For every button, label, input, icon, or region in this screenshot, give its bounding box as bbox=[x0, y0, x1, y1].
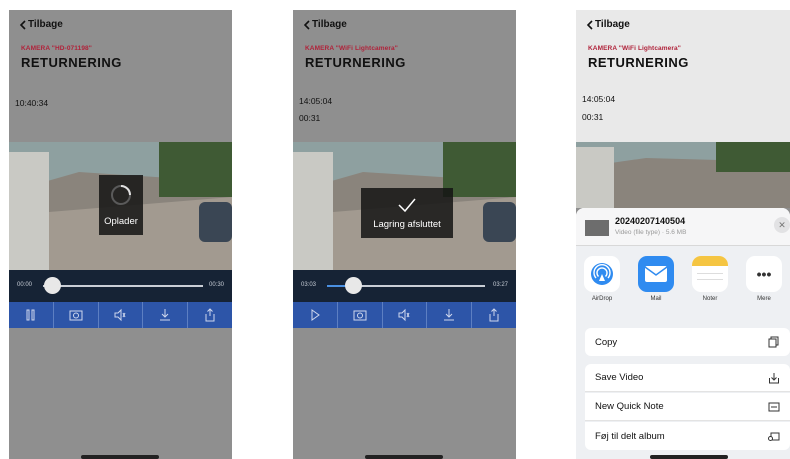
snapshot-button[interactable] bbox=[54, 302, 99, 328]
share-app-label: Noter bbox=[702, 296, 718, 302]
clip-time: 14:05:04 bbox=[582, 94, 616, 104]
action-label: Copy bbox=[595, 336, 618, 348]
scrub-bar[interactable]: 03:03 03:27 bbox=[293, 270, 516, 302]
back-label: Tilbage bbox=[312, 19, 347, 30]
action-label: New Quick Note bbox=[595, 401, 664, 412]
share-app-label: AirDrop bbox=[591, 296, 613, 302]
share-app-airdrop[interactable]: AirDrop bbox=[582, 256, 622, 302]
checkmark-icon bbox=[398, 198, 416, 212]
download-icon bbox=[444, 309, 455, 321]
back-label: Tilbage bbox=[595, 19, 630, 30]
home-indicator bbox=[365, 455, 443, 459]
camera-name: KAMERA "HD-071198" bbox=[21, 45, 92, 52]
home-indicator bbox=[650, 455, 728, 459]
video-frame bbox=[576, 142, 790, 208]
speaker-icon bbox=[398, 308, 410, 322]
mute-button[interactable] bbox=[99, 302, 144, 328]
scrub-handle[interactable] bbox=[44, 277, 61, 294]
clip-time: 10:40:34 bbox=[15, 98, 49, 108]
share-icon bbox=[205, 308, 215, 322]
airdrop-icon bbox=[584, 256, 620, 292]
share-app-label: Mere bbox=[757, 296, 771, 302]
scrub-start-time: 03:03 bbox=[301, 282, 317, 288]
home-indicator bbox=[81, 455, 159, 459]
snapshot-button[interactable] bbox=[338, 302, 383, 328]
copy-icon bbox=[768, 336, 779, 348]
spinner-icon bbox=[111, 184, 131, 205]
action-label: Save Video bbox=[595, 372, 644, 383]
clip-elapsed: 00:31 bbox=[299, 113, 321, 123]
download-button[interactable] bbox=[427, 302, 473, 328]
page-title: RETURNERING bbox=[588, 55, 689, 70]
scrub-end-time: 00:30 bbox=[208, 282, 224, 288]
camera-name: KAMERA "WiFi Lightcamera" bbox=[305, 45, 398, 52]
mail-icon bbox=[638, 256, 674, 292]
share-app-more[interactable]: ••• Mere bbox=[744, 256, 784, 302]
chevron-left-icon bbox=[19, 19, 26, 30]
share-icon bbox=[489, 308, 499, 322]
video-player bbox=[576, 142, 790, 208]
page-title: RETURNERING bbox=[305, 55, 406, 70]
close-button[interactable]: ✕ bbox=[774, 217, 790, 233]
action-shared-album[interactable]: Føj til delt album bbox=[585, 422, 790, 450]
back-button[interactable]: Tilbage bbox=[19, 19, 63, 30]
back-button[interactable]: Tilbage bbox=[303, 19, 347, 30]
back-button[interactable]: Tilbage bbox=[586, 19, 630, 30]
action-new-quick-note[interactable]: New Quick Note bbox=[585, 393, 790, 421]
camera-icon bbox=[353, 310, 367, 321]
action-copy[interactable]: Copy bbox=[585, 328, 790, 356]
chevron-left-icon bbox=[303, 19, 310, 30]
scrub-start-time: 00:00 bbox=[17, 282, 33, 288]
share-header: 20240207140504 Video (file type) · 5.6 M… bbox=[576, 208, 790, 246]
clip-time: 14:05:04 bbox=[299, 96, 333, 106]
download-icon bbox=[160, 309, 171, 321]
share-button[interactable] bbox=[472, 302, 516, 328]
close-icon: ✕ bbox=[778, 219, 786, 230]
scrub-handle[interactable] bbox=[345, 277, 362, 294]
share-app-label: Mail bbox=[650, 296, 662, 302]
scrub-bar[interactable]: 00:00 00:30 bbox=[9, 270, 232, 302]
shared-album-icon bbox=[768, 432, 780, 441]
play-icon bbox=[311, 309, 320, 321]
screen-2-saved: Tilbage KAMERA "WiFi Lightcamera" RETURN… bbox=[293, 10, 516, 459]
play-button[interactable] bbox=[293, 302, 338, 328]
scrub-track[interactable] bbox=[43, 285, 203, 287]
player-controls bbox=[9, 302, 232, 328]
speaker-icon bbox=[114, 308, 126, 322]
share-sheet: 20240207140504 Video (file type) · 5.6 M… bbox=[576, 208, 790, 459]
camera-name: KAMERA "WiFi Lightcamera" bbox=[588, 45, 681, 52]
loading-label: Oplader bbox=[104, 215, 138, 227]
file-thumbnail bbox=[585, 220, 609, 236]
save-icon bbox=[769, 372, 779, 383]
share-app-mail[interactable]: Mail bbox=[636, 256, 676, 302]
file-name: 20240207140504 bbox=[615, 216, 686, 226]
camera-icon bbox=[69, 310, 83, 321]
saved-overlay: Lagring afsluttet bbox=[361, 188, 453, 238]
loading-overlay: Oplader bbox=[99, 175, 143, 235]
clip-elapsed: 00:31 bbox=[582, 112, 604, 122]
more-icon: ••• bbox=[746, 256, 782, 292]
quick-note-icon bbox=[768, 402, 780, 411]
screen-3-share-sheet: Tilbage KAMERA "WiFi Lightcamera" RETURN… bbox=[576, 10, 790, 459]
back-label: Tilbage bbox=[28, 19, 63, 30]
share-app-notes[interactable]: Noter bbox=[690, 256, 730, 302]
saved-label: Lagring afsluttet bbox=[373, 218, 441, 230]
scrub-end-time: 03:27 bbox=[492, 282, 508, 288]
pause-icon bbox=[26, 309, 35, 321]
chevron-left-icon bbox=[586, 19, 593, 30]
action-save-video[interactable]: Save Video bbox=[585, 364, 790, 392]
share-app-row: AirDrop Mail Noter ••• Mere bbox=[576, 256, 790, 302]
mute-button[interactable] bbox=[383, 302, 428, 328]
file-info: Video (file type) · 5.6 MB bbox=[615, 229, 687, 236]
action-label: Føj til delt album bbox=[595, 430, 665, 442]
download-button[interactable] bbox=[143, 302, 189, 328]
notes-icon bbox=[692, 256, 728, 292]
page-title: RETURNERING bbox=[21, 55, 122, 70]
screen-1-loading: Tilbage KAMERA "HD-071198" RETURNERING 1… bbox=[9, 10, 232, 459]
player-controls bbox=[293, 302, 516, 328]
pause-button[interactable] bbox=[9, 302, 54, 328]
share-button[interactable] bbox=[188, 302, 232, 328]
scrub-progress bbox=[327, 285, 347, 287]
